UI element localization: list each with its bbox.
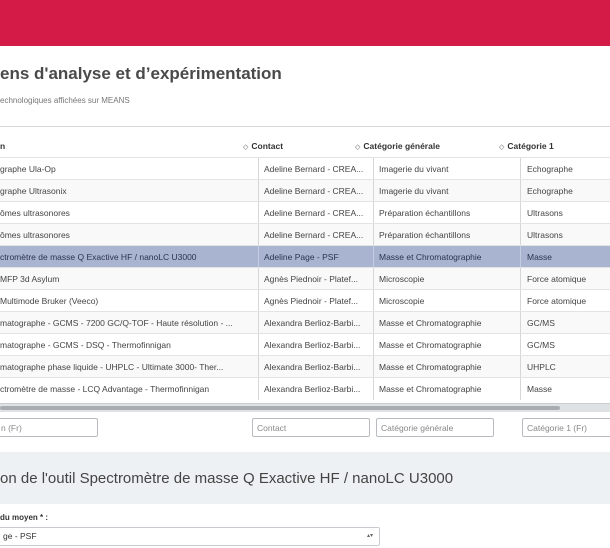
table-row[interactable]: ctromètre de masse - LCQ Advantage - The… bbox=[0, 377, 610, 400]
sort-icon: ◇ bbox=[355, 144, 360, 151]
cell-name: matographe phase liquide - UHPLC - Ultim… bbox=[0, 362, 224, 372]
filter-category-1-input[interactable] bbox=[522, 418, 610, 437]
cell-general-category: Imagerie du vivant bbox=[373, 180, 519, 202]
top-navigation-bar bbox=[0, 0, 610, 46]
filter-general-category-input[interactable] bbox=[376, 418, 494, 437]
select-caret-icon: ▴▾ bbox=[366, 533, 373, 539]
table-header: n ◇ Contact ◇ Catégorie générale ◇ Catégori… bbox=[0, 137, 610, 155]
cell-contact: Adeline Page - PSF bbox=[258, 246, 372, 268]
cell-contact: Alexandra Berlioz-Barbi... bbox=[258, 312, 372, 334]
cell-category-1: Echographe bbox=[520, 180, 610, 202]
cell-contact: Adeline Bernard - CREA... bbox=[258, 158, 372, 180]
cell-name: ctromètre de masse - LCQ Advantage - The… bbox=[0, 384, 210, 394]
cell-name: matographe - GCMS - DSQ - Thermofinnigan bbox=[0, 340, 171, 350]
cell-name: graphe Ultrasonix bbox=[0, 186, 67, 196]
cell-category-1: UHPLC bbox=[520, 356, 610, 378]
column-header-category-1[interactable]: ◇ Catégorie 1 bbox=[499, 137, 554, 155]
equipment-table: n ◇ Contact ◇ Catégorie générale ◇ Catégori… bbox=[0, 126, 610, 443]
cell-contact: Adeline Bernard - CREA... bbox=[258, 202, 372, 224]
cell-contact: Alexandra Berlioz-Barbi... bbox=[258, 334, 372, 356]
cell-contact: Adeline Bernard - CREA... bbox=[258, 180, 372, 202]
cell-category-1: Masse bbox=[520, 246, 610, 268]
sort-icon: ◇ bbox=[499, 144, 504, 151]
section-title: on de l'outil Spectromètre de masse Q Ex… bbox=[0, 470, 454, 487]
cell-category-1: GC/MS bbox=[520, 334, 610, 356]
cell-name: graphe Ula-Op bbox=[0, 164, 56, 174]
column-header-general-category[interactable]: ◇ Catégorie générale bbox=[355, 137, 440, 155]
column-header-name[interactable]: n bbox=[0, 137, 5, 155]
cell-category-1: Ultrasons bbox=[520, 224, 610, 246]
cell-contact: Agnès Piednoir - Platef... bbox=[258, 290, 372, 312]
cell-name: ômes ultrasonores bbox=[0, 230, 70, 240]
table-row[interactable]: Multimode Bruker (Veeco) Agnès Piednoir -… bbox=[0, 289, 610, 312]
cell-category-1: Ultrasons bbox=[520, 202, 610, 224]
cell-category-1: Force atomique bbox=[520, 268, 610, 290]
cell-category-1: GC/MS bbox=[520, 312, 610, 334]
cell-name: ctromètre de masse Q Exactive HF / nanoL… bbox=[0, 252, 197, 262]
table-row[interactable]: matographe - GCMS - 7200 GC/Q-TOF - Haut… bbox=[0, 311, 610, 334]
cell-general-category: Microscopie bbox=[373, 290, 519, 312]
filter-contact-input[interactable] bbox=[252, 418, 370, 437]
cell-general-category: Préparation échantillons bbox=[373, 224, 519, 246]
table-row[interactable]: ctromètre de masse Q Exactive HF / nanoL… bbox=[0, 245, 610, 268]
page-subtitle: echnologiques affichées sur MEANS bbox=[0, 96, 130, 105]
table-row[interactable]: ômes ultrasonores Adeline Bernard - CREA.… bbox=[0, 223, 610, 246]
cell-general-category: Masse et Chromatographie bbox=[373, 334, 519, 356]
cell-general-category: Masse et Chromatographie bbox=[373, 246, 519, 268]
table-row[interactable]: matographe - GCMS - DSQ - Thermofinnigan… bbox=[0, 333, 610, 356]
table-row[interactable]: graphe Ultrasonix Adeline Bernard - CREA.… bbox=[0, 179, 610, 202]
cell-general-category: Imagerie du vivant bbox=[373, 158, 519, 180]
contact-select[interactable]: ge - PSF ▴▾ bbox=[0, 527, 380, 546]
cell-contact: Adeline Bernard - CREA... bbox=[258, 224, 372, 246]
scrollbar-thumb[interactable] bbox=[0, 406, 560, 410]
cell-general-category: Microscopie bbox=[373, 268, 519, 290]
cell-name: ômes ultrasonores bbox=[0, 208, 70, 218]
column-header-contact[interactable]: ◇ Contact bbox=[243, 137, 283, 155]
filter-name-input[interactable] bbox=[0, 418, 98, 437]
sort-icon: ◇ bbox=[243, 144, 248, 151]
cell-contact: Alexandra Berlioz-Barbi... bbox=[258, 356, 372, 378]
cell-general-category: Masse et Chromatographie bbox=[373, 356, 519, 378]
field-label: du moyen * : bbox=[0, 513, 49, 522]
cell-general-category: Masse et Chromatographie bbox=[373, 378, 519, 400]
cell-contact: Agnès Piednoir - Platef... bbox=[258, 268, 372, 290]
cell-name: Multimode Bruker (Veeco) bbox=[0, 296, 99, 306]
table-row[interactable]: graphe Ula-Op Adeline Bernard - CREA... Im… bbox=[0, 157, 610, 180]
table-row[interactable]: MFP 3d Asylum Agnès Piednoir - Platef... M… bbox=[0, 267, 610, 290]
cell-general-category: Préparation échantillons bbox=[373, 202, 519, 224]
cell-name: MFP 3d Asylum bbox=[0, 274, 60, 284]
table-row[interactable]: matographe phase liquide - UHPLC - Ultim… bbox=[0, 355, 610, 378]
select-value: ge - PSF bbox=[3, 531, 37, 541]
cell-category-1: Force atomique bbox=[520, 290, 610, 312]
page-title: ens d'analyse et d’expérimentation bbox=[0, 64, 282, 83]
cell-general-category: Masse et Chromatographie bbox=[373, 312, 519, 334]
cell-category-1: Masse bbox=[520, 378, 610, 400]
cell-contact: Alexandra Berlioz-Barbi... bbox=[258, 378, 372, 400]
cell-name: matographe - GCMS - 7200 GC/Q-TOF - Haut… bbox=[0, 318, 233, 328]
horizontal-scrollbar[interactable] bbox=[0, 403, 610, 412]
table-row[interactable]: ômes ultrasonores Adeline Bernard - CREA.… bbox=[0, 201, 610, 224]
cell-category-1: Echographe bbox=[520, 158, 610, 180]
